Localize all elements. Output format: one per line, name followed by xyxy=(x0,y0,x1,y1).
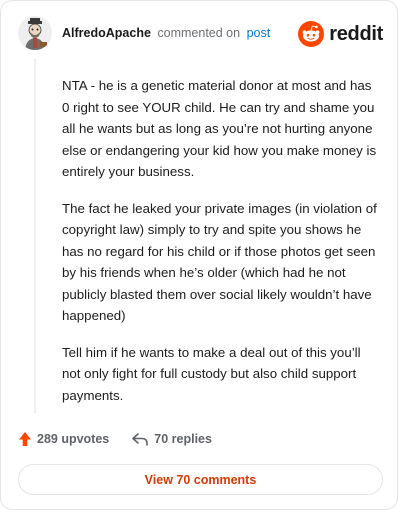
comment-meta: AlfredoApache commented on post xyxy=(62,26,270,40)
upvote-count: 289 upvotes xyxy=(37,432,110,446)
comment-body: NTA - he is a genetic material donor at … xyxy=(62,75,382,421)
comment-actions: 289 upvotes 70 replies xyxy=(18,429,212,449)
comment-paragraph: The fact he leaked your private images (… xyxy=(62,200,377,324)
comment-header: AlfredoApache commented on post reddit xyxy=(18,16,383,52)
reddit-wordmark: reddit xyxy=(329,22,383,45)
username-link[interactable]: AlfredoApache xyxy=(62,26,151,40)
post-link[interactable]: post xyxy=(247,26,271,40)
view-comments-button[interactable]: View 70 comments xyxy=(18,464,383,495)
replies-button[interactable]: 70 replies xyxy=(131,432,212,446)
user-avatar[interactable] xyxy=(18,16,52,50)
reply-arrow-icon xyxy=(132,433,149,446)
upvote-arrow-icon xyxy=(19,432,31,446)
thread-line[interactable] xyxy=(34,59,36,413)
commented-on-text: commented on xyxy=(157,26,241,40)
reddit-snoo-icon xyxy=(298,21,325,47)
reddit-logo[interactable]: reddit xyxy=(298,21,383,47)
comment-paragraph: NTA - he is a genetic material donor at … xyxy=(62,78,377,179)
reply-count: 70 replies xyxy=(154,432,212,446)
comment-paragraph: Tell him if he wants to make a deal out … xyxy=(62,344,361,403)
comment-card: AlfredoApache commented on post reddit N… xyxy=(0,0,398,510)
upvote-button[interactable]: 289 upvotes xyxy=(18,431,109,447)
